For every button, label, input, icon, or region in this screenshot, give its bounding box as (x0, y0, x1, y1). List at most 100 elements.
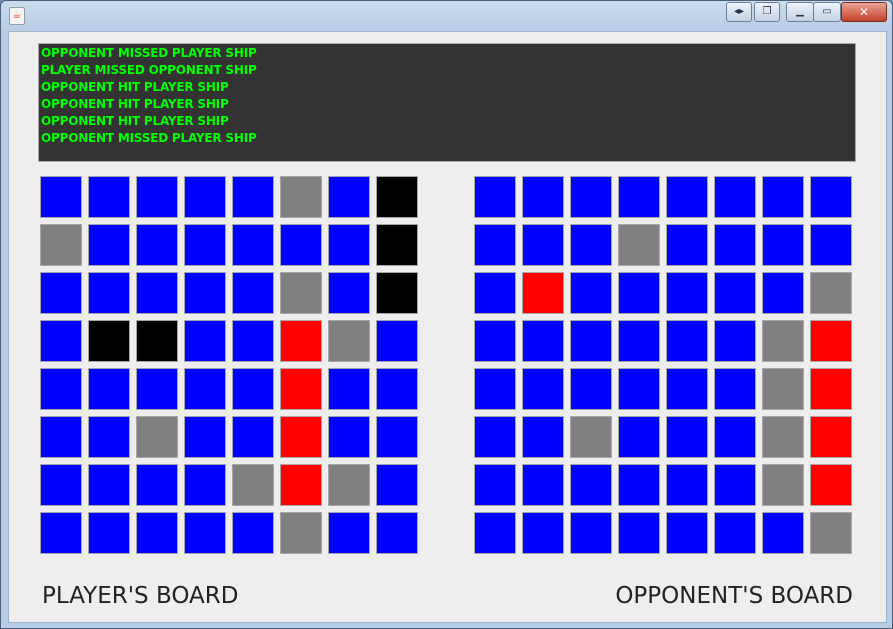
minimize-icon[interactable]: ▁ (786, 2, 814, 22)
opponent-cell-miss[interactable] (762, 464, 804, 506)
opponent-cell-water[interactable] (474, 272, 516, 314)
opponent-cell-water[interactable] (570, 464, 612, 506)
opponent-cell-water[interactable] (474, 464, 516, 506)
opponent-cell-water[interactable] (666, 464, 708, 506)
opponent-cell-water[interactable] (666, 320, 708, 362)
player-cell-miss (328, 464, 370, 506)
player-cell-water (40, 416, 82, 458)
player-cell-water (232, 320, 274, 362)
opponent-cell-water[interactable] (762, 224, 804, 266)
title-bar[interactable]: ☕ ◂▸ ❐ ▁ ▭ ✕ (1, 1, 892, 31)
opponent-cell-water[interactable] (666, 368, 708, 410)
player-cell-water (88, 368, 130, 410)
opponent-cell-water[interactable] (714, 368, 756, 410)
player-cell-water (232, 224, 274, 266)
opponent-cell-water[interactable] (522, 464, 564, 506)
player-cell-miss (280, 176, 322, 218)
opponent-cell-water[interactable] (714, 320, 756, 362)
opponent-cell-water[interactable] (618, 368, 660, 410)
java-cup-icon[interactable]: ☕ (9, 7, 25, 25)
opponent-cell-water[interactable] (474, 416, 516, 458)
opponent-cell-hit[interactable] (522, 272, 564, 314)
player-cell-water (40, 320, 82, 362)
player-cell-water (328, 416, 370, 458)
opponent-cell-water[interactable] (570, 368, 612, 410)
opponent-cell-water[interactable] (666, 512, 708, 554)
close-icon[interactable]: ✕ (841, 2, 887, 22)
player-cell-water (136, 272, 178, 314)
opponent-cell-hit[interactable] (810, 368, 852, 410)
opponent-cell-water[interactable] (474, 176, 516, 218)
opponent-cell-hit[interactable] (810, 320, 852, 362)
player-cell-water (40, 272, 82, 314)
opponent-cell-water[interactable] (522, 224, 564, 266)
opponent-cell-miss[interactable] (810, 512, 852, 554)
opponent-cell-hit[interactable] (810, 416, 852, 458)
player-cell-hit (280, 368, 322, 410)
opponent-cell-water[interactable] (714, 224, 756, 266)
opponent-cell-miss[interactable] (810, 272, 852, 314)
opponent-board-label: OPPONENT'S BOARD (615, 583, 853, 609)
player-board-grid (40, 176, 423, 559)
nav-arrows-icon[interactable]: ◂▸ (726, 2, 752, 22)
opponent-cell-water[interactable] (522, 320, 564, 362)
message-log: OPPONENT MISSED PLAYER SHIP PLAYER MISSE… (38, 43, 856, 162)
player-cell-hit (280, 464, 322, 506)
opponent-cell-water[interactable] (762, 272, 804, 314)
opponent-cell-water[interactable] (474, 320, 516, 362)
opponent-cell-water[interactable] (618, 320, 660, 362)
opponent-cell-water[interactable] (618, 512, 660, 554)
player-cell-water (136, 176, 178, 218)
opponent-cell-water[interactable] (714, 176, 756, 218)
opponent-cell-water[interactable] (570, 512, 612, 554)
opponent-cell-water[interactable] (810, 176, 852, 218)
opponent-cell-water[interactable] (714, 512, 756, 554)
opponent-cell-water[interactable] (762, 176, 804, 218)
opponent-cell-miss[interactable] (762, 416, 804, 458)
log-line: OPPONENT MISSED PLAYER SHIP (41, 46, 257, 60)
opponent-cell-water[interactable] (714, 272, 756, 314)
opponent-cell-water[interactable] (618, 416, 660, 458)
opponent-cell-water[interactable] (762, 512, 804, 554)
restore-icon[interactable]: ❐ (754, 2, 780, 22)
opponent-cell-water[interactable] (474, 368, 516, 410)
player-cell-miss (328, 320, 370, 362)
opponent-cell-water[interactable] (618, 464, 660, 506)
opponent-cell-water[interactable] (570, 272, 612, 314)
opponent-cell-water[interactable] (618, 272, 660, 314)
player-cell-water (232, 368, 274, 410)
log-line: OPPONENT HIT PLAYER SHIP (41, 97, 229, 111)
opponent-cell-water[interactable] (666, 272, 708, 314)
opponent-cell-water[interactable] (522, 176, 564, 218)
opponent-cell-miss[interactable] (570, 416, 612, 458)
opponent-cell-water[interactable] (570, 224, 612, 266)
opponent-cell-water[interactable] (714, 464, 756, 506)
opponent-cell-miss[interactable] (762, 368, 804, 410)
log-line: OPPONENT HIT PLAYER SHIP (41, 114, 229, 128)
maximize-icon[interactable]: ▭ (813, 2, 841, 22)
opponent-cell-water[interactable] (522, 368, 564, 410)
player-cell-water (232, 416, 274, 458)
opponent-cell-water[interactable] (666, 224, 708, 266)
player-cell-water (88, 176, 130, 218)
opponent-cell-water[interactable] (618, 176, 660, 218)
player-cell-water (376, 320, 418, 362)
opponent-cell-water[interactable] (666, 176, 708, 218)
game-panel: OPPONENT MISSED PLAYER SHIP PLAYER MISSE… (8, 31, 887, 623)
opponent-cell-water[interactable] (474, 224, 516, 266)
player-cell-ship (376, 272, 418, 314)
opponent-cell-water[interactable] (570, 320, 612, 362)
opponent-cell-water[interactable] (666, 416, 708, 458)
opponent-cell-miss[interactable] (618, 224, 660, 266)
opponent-cell-water[interactable] (522, 416, 564, 458)
opponent-cell-water[interactable] (522, 512, 564, 554)
opponent-cell-hit[interactable] (810, 464, 852, 506)
opponent-cell-water[interactable] (570, 176, 612, 218)
player-cell-water (232, 512, 274, 554)
opponent-cell-miss[interactable] (762, 320, 804, 362)
opponent-cell-water[interactable] (474, 512, 516, 554)
player-cell-water (328, 512, 370, 554)
player-cell-miss (280, 512, 322, 554)
opponent-cell-water[interactable] (810, 224, 852, 266)
opponent-cell-water[interactable] (714, 416, 756, 458)
